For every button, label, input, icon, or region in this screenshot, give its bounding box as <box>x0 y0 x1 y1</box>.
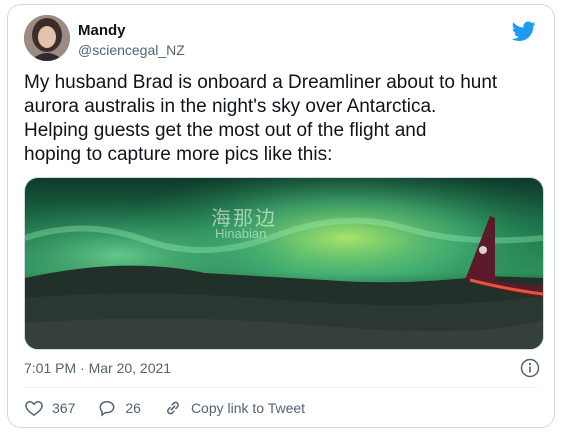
reply-button[interactable]: 26 <box>97 398 141 418</box>
author-name[interactable]: Mandy <box>78 22 126 39</box>
like-button[interactable]: 367 <box>24 398 75 418</box>
watermark-text-en: Hinabian <box>215 226 267 241</box>
copy-link-label: Copy link to Tweet <box>190 400 306 416</box>
tweet-card[interactable]: Mandy @sciencegal_NZ My husband Brad is … <box>7 4 555 428</box>
info-icon[interactable] <box>520 358 540 378</box>
link-icon <box>167 401 179 415</box>
avatar[interactable] <box>24 15 70 61</box>
like-count: 367 <box>52 400 76 416</box>
copy-link-button[interactable]: Copy link to Tweet <box>163 398 305 418</box>
action-bar: 367 26 Copy link to Tweet <box>24 398 327 418</box>
twitter-bird-icon[interactable] <box>511 19 536 43</box>
reply-icon <box>99 400 115 417</box>
tweet-photo-aurora[interactable]: 海那边 Hinabian <box>24 177 544 350</box>
author-handle[interactable]: @sciencegal_NZ <box>78 42 185 58</box>
tweet-text: My husband Brad is onboard a Dreamliner … <box>24 72 498 165</box>
tweet-timestamp[interactable]: 7:01 PM · Mar 20, 2021 <box>24 360 171 376</box>
reply-count: 26 <box>125 400 141 416</box>
divider <box>24 387 538 388</box>
heart-icon <box>25 400 43 416</box>
